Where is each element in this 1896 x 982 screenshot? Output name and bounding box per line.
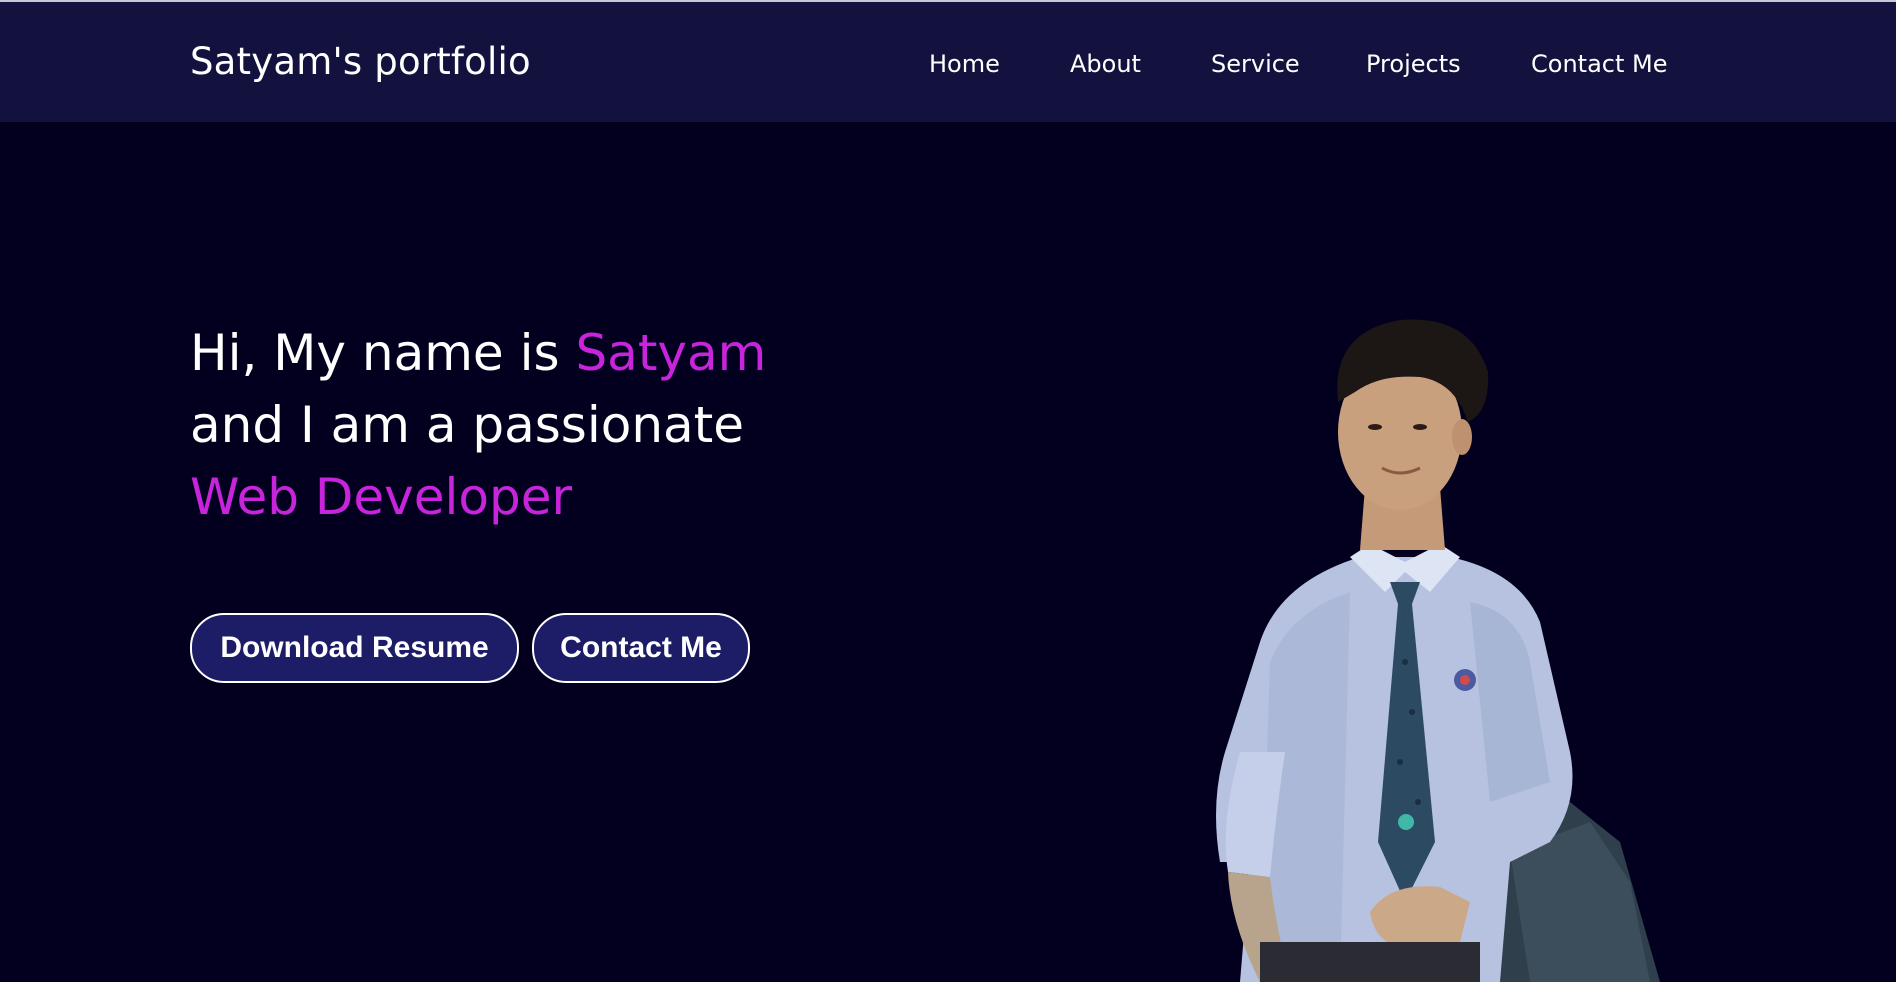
hero-headline: Hi, My name is Satyam and I am a passion…: [190, 317, 766, 533]
profile-photo: [1216, 319, 1660, 982]
hero-name: Satyam: [575, 324, 767, 382]
hero-role: Web Developer: [190, 468, 573, 526]
nav-link-projects[interactable]: Projects: [1366, 50, 1461, 78]
hero-section: Hi, My name is Satyam and I am a passion…: [0, 122, 1896, 982]
contact-me-button[interactable]: Contact Me: [532, 613, 750, 683]
nav-link-about[interactable]: About: [1070, 50, 1141, 78]
hero-intro-text: Hi, My name is: [190, 324, 576, 382]
nav-link-service[interactable]: Service: [1211, 50, 1300, 78]
download-resume-button[interactable]: Download Resume: [190, 613, 519, 683]
hero-line-2: and I am a passionate: [190, 396, 745, 454]
hero-line-1: Hi, My name is Satyam: [190, 317, 766, 389]
nav-links: Home About Service Projects Contact Me: [0, 50, 1896, 80]
navbar: Satyam's portfolio Home About Service Pr…: [0, 2, 1896, 122]
nav-link-home[interactable]: Home: [929, 50, 1000, 78]
nav-link-contact[interactable]: Contact Me: [1531, 50, 1667, 78]
